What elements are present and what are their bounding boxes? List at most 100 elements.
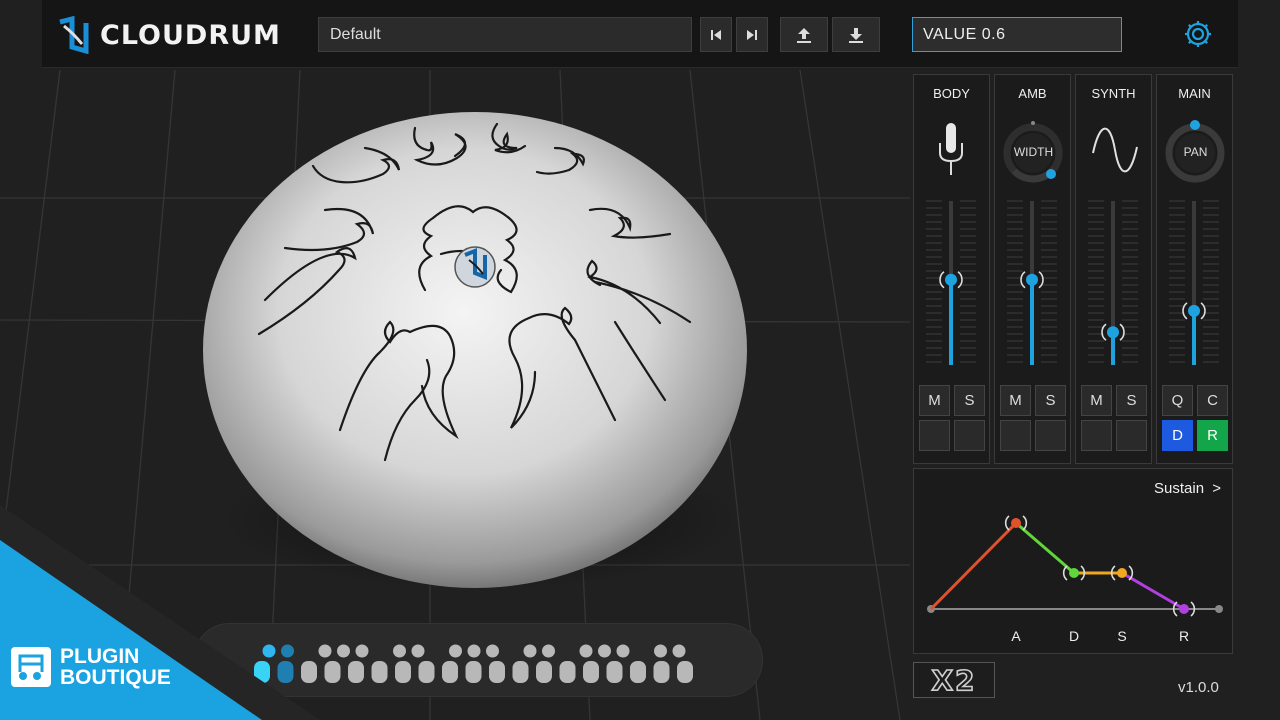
note-key-upper[interactable]	[672, 644, 686, 658]
note-key-lower[interactable]	[559, 661, 576, 683]
note-key-upper[interactable]	[318, 644, 332, 658]
top-bar: CLOUDRUM Default VALUE 0.6	[42, 0, 1238, 68]
fader-handle[interactable]	[939, 271, 963, 289]
note-key-upper[interactable]	[598, 644, 611, 658]
note-key-lower[interactable]	[536, 661, 552, 683]
envelope-panel: Sustain > A D S R	[913, 468, 1233, 654]
settings-gear-icon[interactable]	[1182, 18, 1214, 50]
note-key-lower[interactable]	[630, 661, 646, 683]
badge-line-2: BOUTIQUE	[60, 666, 171, 689]
width-knob-label: WIDTH	[1013, 145, 1054, 159]
export-preset-button[interactable]	[780, 17, 828, 52]
channel-title: AMB	[1018, 86, 1047, 101]
envelope-label-d: D	[1069, 628, 1079, 644]
note-key-lower[interactable]	[442, 661, 458, 683]
note-key-lower[interactable]	[653, 661, 670, 683]
note-key-lower[interactable]	[371, 661, 388, 683]
amb-slot-1[interactable]	[1000, 420, 1031, 451]
brand-name: CLOUDRUM	[100, 20, 281, 51]
note-key-upper[interactable]	[337, 644, 350, 658]
note-key-upper[interactable]	[262, 644, 276, 658]
value-display: VALUE 0.6	[912, 17, 1122, 52]
note-keybar	[193, 623, 763, 697]
amb-slot-2[interactable]	[1035, 420, 1066, 451]
body-solo-button[interactable]: S	[954, 385, 985, 416]
channel-title: MAIN	[1178, 86, 1211, 101]
note-key-upper[interactable]	[393, 644, 406, 658]
main-r-toggle[interactable]: R	[1197, 420, 1228, 451]
note-key-upper[interactable]	[486, 644, 499, 658]
plugin-window: CLOUDRUM Default VALUE 0.6 BODY M S AMB …	[0, 0, 1280, 720]
synth-mute-button[interactable]: M	[1081, 385, 1112, 416]
next-preset-button[interactable]	[736, 17, 768, 52]
x2-logo: X2	[913, 662, 995, 698]
handpan-drum[interactable]	[195, 100, 755, 600]
channel-strip-synth: SYNTH M S	[1075, 74, 1152, 464]
note-key-lower[interactable]	[465, 661, 482, 683]
note-key-lower[interactable]	[606, 661, 623, 683]
note-key-upper[interactable]	[616, 644, 630, 658]
note-key-upper[interactable]	[654, 644, 667, 658]
amb-volume-fader[interactable]	[995, 193, 1070, 373]
cloudrum-logo-icon	[59, 16, 89, 54]
note-key-lower[interactable]	[277, 661, 294, 683]
note-key-lower[interactable]	[583, 661, 599, 683]
amb-mute-button[interactable]: M	[1000, 385, 1031, 416]
main-q-button[interactable]: Q	[1162, 385, 1193, 416]
synth-slot-1[interactable]	[1081, 420, 1112, 451]
main-d-toggle[interactable]: D	[1162, 420, 1193, 451]
note-key-upper[interactable]	[523, 644, 537, 658]
channel-strip-main: MAIN PAN Q C D R	[1156, 74, 1233, 464]
note-key-lower[interactable]	[395, 661, 411, 683]
fader-handle[interactable]	[1020, 271, 1044, 289]
note-key-upper[interactable]	[355, 644, 369, 658]
note-key-lower[interactable]	[512, 661, 529, 683]
svg-text:X2: X2	[931, 664, 976, 697]
brand-logo: CLOUDRUM	[54, 16, 294, 54]
channel-title: SYNTH	[1091, 86, 1136, 101]
skip-forward-icon	[747, 29, 757, 40]
note-key-upper[interactable]	[542, 644, 555, 658]
adsr-envelope-graph[interactable]: A D S R	[914, 469, 1232, 653]
upload-icon	[797, 27, 811, 43]
body-volume-fader[interactable]	[914, 193, 989, 373]
note-key-lower[interactable]	[348, 661, 364, 683]
amb-solo-button[interactable]: S	[1035, 385, 1066, 416]
import-preset-button[interactable]	[832, 17, 880, 52]
synth-slot-2[interactable]	[1116, 420, 1147, 451]
channel-title: BODY	[933, 86, 970, 101]
note-key-lower[interactable]	[418, 661, 435, 683]
previous-preset-button[interactable]	[700, 17, 732, 52]
note-key-lower[interactable]	[489, 661, 505, 683]
envelope-label-s: S	[1117, 628, 1126, 644]
synth-solo-button[interactable]: S	[1116, 385, 1147, 416]
note-key-lower[interactable]	[677, 661, 693, 683]
plugin-boutique-wordmark: PLUGIN BOUTIQUE	[60, 646, 171, 688]
skip-back-icon	[711, 29, 721, 40]
version-label: v1.0.0	[1178, 679, 1219, 696]
note-key-upper[interactable]	[579, 644, 593, 658]
main-volume-fader[interactable]	[1157, 193, 1232, 373]
note-key-upper[interactable]	[449, 644, 462, 658]
channel-strip-body: BODY M S	[913, 74, 990, 464]
note-keys[interactable]	[194, 624, 764, 698]
body-mute-button[interactable]: M	[919, 385, 950, 416]
badge-line-1: PLUGIN	[60, 645, 140, 668]
body-slot-1[interactable]	[919, 420, 950, 451]
fader-handle[interactable]	[1101, 323, 1125, 341]
note-key-upper[interactable]	[281, 644, 294, 658]
note-key-lower[interactable]	[301, 661, 317, 683]
synth-volume-fader[interactable]	[1076, 193, 1151, 373]
note-key-upper[interactable]	[467, 644, 481, 658]
main-c-button[interactable]: C	[1197, 385, 1228, 416]
envelope-label-r: R	[1179, 628, 1189, 644]
sine-wave-icon	[1092, 127, 1138, 173]
channel-strip-amb: AMB WIDTH M S	[994, 74, 1071, 464]
note-key-lower[interactable]	[324, 661, 341, 683]
note-key-upper[interactable]	[411, 644, 425, 658]
preset-selector[interactable]: Default	[318, 17, 692, 52]
note-key-lower[interactable]	[254, 661, 270, 683]
download-icon	[849, 27, 863, 43]
body-slot-2[interactable]	[954, 420, 985, 451]
fader-handle[interactable]	[1182, 302, 1206, 320]
